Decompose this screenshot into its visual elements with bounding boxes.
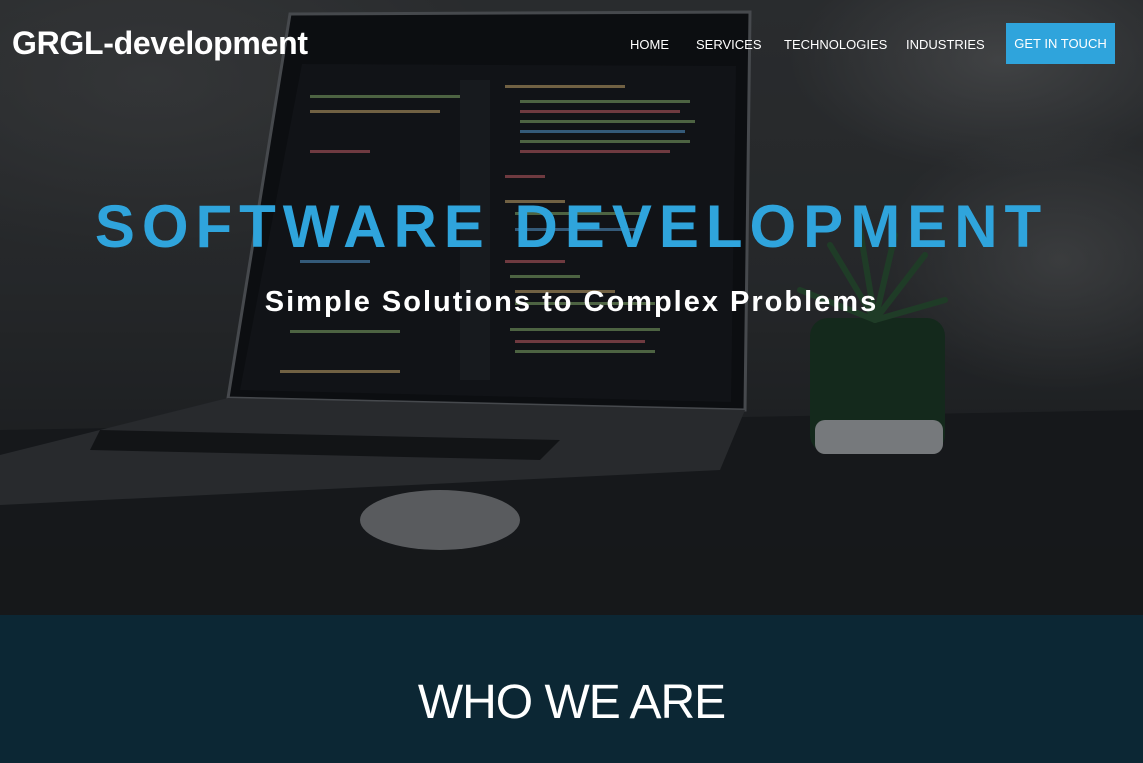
hero-title: SOFTWARE DEVELOPMENT bbox=[94, 193, 1049, 260]
nav-link-services[interactable]: SERVICES bbox=[696, 37, 762, 52]
who-we-are-section: WHO WE ARE bbox=[0, 615, 1143, 763]
nav-link-industries[interactable]: INDUSTRIES bbox=[906, 37, 985, 52]
section-title: WHO WE ARE bbox=[417, 676, 726, 729]
hero-section: GRGL-development HOME SERVICES TECHNOLOG… bbox=[0, 0, 1143, 615]
get-in-touch-button[interactable]: GET IN TOUCH bbox=[1006, 23, 1115, 64]
nav-link-home[interactable]: HOME bbox=[630, 37, 669, 52]
site-logo[interactable]: GRGL-development bbox=[12, 25, 308, 62]
hero-subtitle: Simple Solutions to Complex Problems bbox=[264, 286, 879, 318]
nav-link-technologies[interactable]: TECHNOLOGIES bbox=[784, 37, 887, 52]
